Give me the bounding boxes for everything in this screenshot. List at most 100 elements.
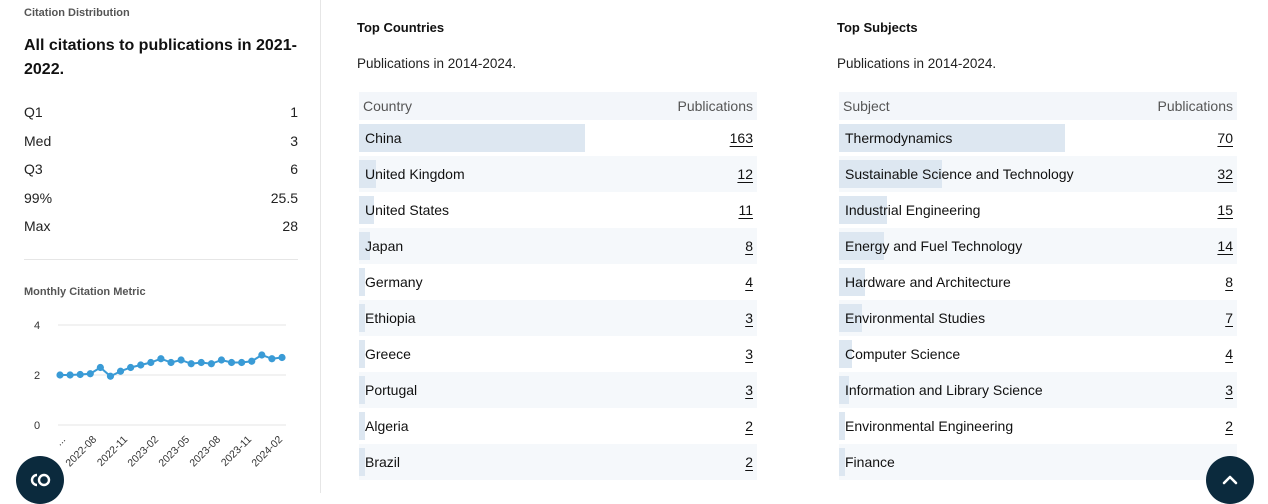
row-label: Information and Library Science — [845, 382, 1043, 398]
data-point[interactable] — [268, 355, 276, 363]
column-header-publications: Publications — [677, 98, 754, 114]
publications-link[interactable]: 32 — [1217, 166, 1233, 182]
data-point[interactable] — [96, 363, 104, 372]
row-label: United States — [365, 202, 450, 218]
subjects-title: Top Subjects — [837, 20, 918, 35]
publications-link[interactable]: 3 — [1225, 382, 1233, 398]
table-row: Environmental Studies 7 — [839, 300, 1237, 336]
data-point[interactable] — [147, 358, 155, 367]
data-point[interactable] — [56, 371, 64, 379]
row-label: Sustainable Science and Technology — [845, 166, 1074, 182]
table-header: Subject Publications — [839, 92, 1237, 120]
table-row: United States 11 — [359, 192, 757, 228]
data-point[interactable] — [207, 360, 215, 368]
table-row: Sustainable Science and Technology 32 — [839, 156, 1237, 192]
data-point[interactable] — [76, 370, 84, 379]
row-label: Brazil — [365, 454, 401, 470]
y-tick-label: 4 — [34, 320, 40, 332]
row-label: Germany — [365, 274, 423, 290]
publications-link[interactable]: 7 — [1225, 310, 1233, 326]
publications-link[interactable]: 14 — [1217, 238, 1233, 254]
data-point[interactable] — [177, 356, 185, 364]
stat-row: Q3 6 — [24, 155, 298, 184]
data-point[interactable] — [116, 367, 125, 375]
countries-table: Country Publications China 163 United King… — [359, 92, 757, 480]
data-point[interactable] — [86, 370, 94, 378]
chart-title: Monthly Citation Metric — [24, 286, 146, 298]
row-label: Finance — [845, 454, 895, 470]
row-label: Algeria — [365, 418, 409, 434]
publications-link[interactable]: 163 — [730, 130, 753, 146]
publications-link[interactable]: 8 — [745, 238, 753, 254]
publications-link[interactable]: 70 — [1217, 130, 1233, 146]
data-point[interactable] — [248, 357, 256, 365]
x-tick-label: 2023-08 — [187, 434, 223, 470]
x-tick-label: 2023-11 — [219, 434, 254, 469]
publications-link[interactable]: 15 — [1217, 202, 1233, 218]
publications-link[interactable]: 4 — [1225, 346, 1233, 362]
citation-distribution-panel: Citation Distribution All citations to p… — [0, 0, 321, 493]
row-label: Thermodynamics — [845, 130, 953, 146]
subjects-table: Subject Publications Thermodynamics 70 Sus… — [839, 92, 1237, 480]
table-row: Information and Library Science 3 — [839, 372, 1237, 408]
publications-link[interactable]: 2 — [745, 454, 753, 470]
table-row: Energy and Fuel Technology 14 — [839, 228, 1237, 264]
chevron-up-icon — [1222, 475, 1238, 485]
publications-link[interactable]: 3 — [745, 382, 753, 398]
data-point[interactable] — [127, 363, 135, 372]
stat-label: Max — [24, 218, 51, 235]
x-tick-label: 2023-05 — [156, 434, 192, 470]
publications-link[interactable]: 2 — [745, 418, 753, 434]
data-point[interactable] — [278, 353, 286, 362]
publications-link[interactable]: 8 — [1225, 274, 1233, 290]
publications-link[interactable]: 3 — [745, 346, 753, 362]
stats-list: Q1 1 Med 3 Q3 6 99% 25.5 Max 28 — [24, 98, 298, 241]
data-point[interactable] — [157, 355, 165, 363]
publications-link[interactable]: 2 — [1225, 418, 1233, 434]
data-point[interactable] — [227, 358, 236, 367]
data-point[interactable] — [106, 372, 115, 380]
table-row: Ethiopia 3 — [359, 300, 757, 336]
x-tick-label: 2022-08 — [63, 434, 99, 470]
cc-button[interactable] — [16, 456, 64, 504]
data-point[interactable] — [217, 356, 226, 364]
stat-label: Q1 — [24, 104, 43, 121]
publications-link[interactable]: 4 — [745, 274, 753, 290]
table-row: Hardware and Architecture 8 — [839, 264, 1237, 300]
table-row: Finance — [839, 444, 1237, 480]
section-title: Citation Distribution — [24, 7, 130, 19]
cc-icon — [30, 473, 51, 487]
data-point[interactable] — [197, 358, 205, 367]
data-point[interactable] — [187, 360, 195, 368]
row-label: Energy and Fuel Technology — [845, 238, 1023, 254]
stat-label: 99% — [24, 189, 53, 206]
publications-link[interactable]: 3 — [745, 310, 753, 326]
table-row: Environmental Engineering 2 — [839, 408, 1237, 444]
table-row: Brazil 2 — [359, 444, 757, 480]
row-label: Greece — [365, 346, 411, 362]
table-row: Industrial Engineering 15 — [839, 192, 1237, 228]
publications-link[interactable]: 11 — [738, 202, 753, 218]
stat-row: Max 28 — [24, 212, 298, 241]
back-to-top-button[interactable] — [1206, 456, 1254, 504]
data-point[interactable] — [258, 351, 266, 359]
data-point[interactable] — [238, 358, 246, 367]
table-row: Japan 8 — [359, 228, 757, 264]
table-row: China 163 — [359, 120, 757, 156]
row-label: China — [365, 130, 402, 146]
table-row: Greece 3 — [359, 336, 757, 372]
stat-label: Med — [24, 132, 52, 149]
y-tick-label: 0 — [34, 420, 40, 432]
distribution-heading: All citations to publications in 2021-20… — [24, 37, 297, 78]
row-label: United Kingdom — [365, 166, 465, 182]
stat-row: 99% 25.5 — [24, 184, 298, 213]
row-label: Environmental Engineering — [845, 418, 1014, 434]
subjects-subtitle: Publications in 2014-2024. — [837, 56, 997, 71]
data-point[interactable] — [137, 361, 145, 369]
table-row: Portugal 3 — [359, 372, 757, 408]
data-point[interactable] — [167, 358, 175, 367]
publications-link[interactable]: 12 — [737, 166, 753, 182]
row-label: Ethiopia — [365, 310, 416, 326]
data-point[interactable] — [66, 371, 74, 379]
y-tick-label: 2 — [34, 370, 40, 382]
